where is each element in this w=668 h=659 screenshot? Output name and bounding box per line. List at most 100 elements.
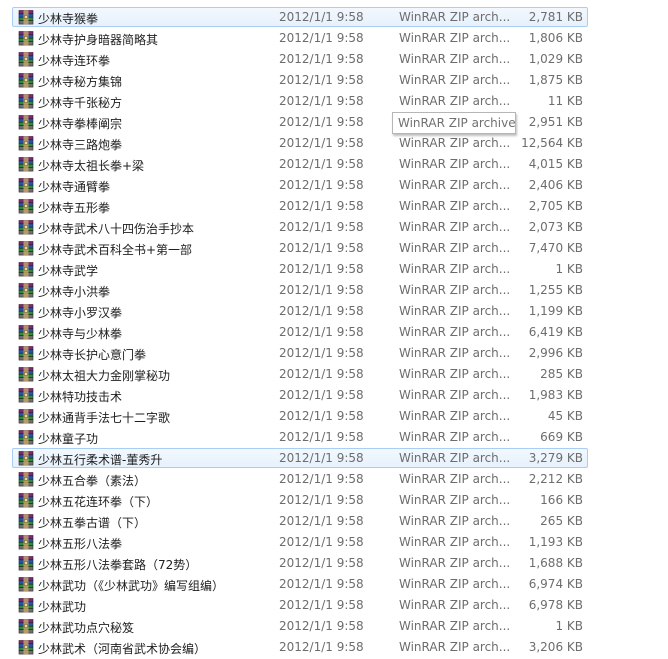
file-size: 1,806 KB xyxy=(528,31,583,45)
file-type: WinRAR ZIP arch... xyxy=(399,451,509,465)
winrar-archive-icon xyxy=(18,304,34,319)
winrar-archive-icon xyxy=(18,262,34,277)
file-name: 少林五花连环拳（下） xyxy=(38,495,159,509)
winrar-archive-icon xyxy=(18,178,34,193)
file-row[interactable]: 少林寺三路炮拳 2012/1/1 9:58 WinRAR ZIP arch...… xyxy=(12,133,588,153)
file-size: 285 KB xyxy=(540,367,583,381)
file-date: 2012/1/1 9:58 xyxy=(279,31,364,45)
file-date: 2012/1/1 9:58 xyxy=(279,346,364,360)
file-name: 少林寺通臂拳 xyxy=(38,180,111,194)
winrar-archive-icon xyxy=(18,619,34,634)
file-row[interactable]: 少林寺太祖长拳+梁 2012/1/1 9:58 WinRAR ZIP arch.… xyxy=(12,154,588,174)
file-date: 2012/1/1 9:58 xyxy=(279,115,364,129)
file-type: WinRAR ZIP arch... xyxy=(399,409,509,423)
file-size: 1,983 KB xyxy=(528,388,583,402)
file-row[interactable]: 少林武功（《少林武功》编写组编） 2012/1/1 9:58 WinRAR ZI… xyxy=(12,574,588,594)
file-type: WinRAR ZIP arch... xyxy=(399,325,509,339)
file-type: WinRAR ZIP arch... xyxy=(399,388,509,402)
file-type: WinRAR ZIP arch... xyxy=(399,262,509,276)
winrar-archive-icon xyxy=(18,472,34,487)
file-date: 2012/1/1 9:58 xyxy=(279,304,364,318)
winrar-archive-icon xyxy=(18,493,34,508)
file-row[interactable]: 少林武功 2012/1/1 9:58 WinRAR ZIP arch... 6,… xyxy=(12,595,588,615)
file-size: 1,255 KB xyxy=(528,283,583,297)
file-row[interactable]: 少林五花连环拳（下） 2012/1/1 9:58 WinRAR ZIP arch… xyxy=(12,490,588,510)
file-size: 166 KB xyxy=(540,493,583,507)
file-row[interactable]: 少林寺小罗汉拳 2012/1/1 9:58 WinRAR ZIP arch...… xyxy=(12,301,588,321)
file-type: WinRAR ZIP arch... xyxy=(399,577,509,591)
winrar-archive-icon xyxy=(18,388,34,403)
file-size: 2,073 KB xyxy=(528,220,583,234)
file-name: 少林武术（河南省武术协会编） xyxy=(38,642,207,656)
file-date: 2012/1/1 9:58 xyxy=(279,73,364,87)
file-date: 2012/1/1 9:58 xyxy=(279,577,364,591)
file-row[interactable]: 少林五形八法拳套路（72势） 2012/1/1 9:58 WinRAR ZIP … xyxy=(12,553,588,573)
winrar-archive-icon xyxy=(18,430,34,445)
file-row[interactable]: 少林寺连环拳 2012/1/1 9:58 WinRAR ZIP arch... … xyxy=(12,49,588,69)
file-row[interactable]: 少林寺猴拳 2012/1/1 9:58 WinRAR ZIP arch... 2… xyxy=(12,7,588,27)
file-row[interactable]: 少林寺小洪拳 2012/1/1 9:58 WinRAR ZIP arch... … xyxy=(12,280,588,300)
file-size: 2,406 KB xyxy=(528,178,583,192)
file-date: 2012/1/1 9:58 xyxy=(279,430,364,444)
file-name: 少林寺太祖长拳+梁 xyxy=(38,159,145,173)
winrar-archive-icon xyxy=(18,241,34,256)
file-size: 12,564 KB xyxy=(521,136,583,150)
winrar-archive-icon xyxy=(18,10,34,25)
file-date: 2012/1/1 9:58 xyxy=(279,514,364,528)
file-row[interactable]: 少林寺护身暗器简略其 2012/1/1 9:58 WinRAR ZIP arch… xyxy=(12,28,588,48)
file-row[interactable]: 少林五合拳（素法） 2012/1/1 9:58 WinRAR ZIP arch.… xyxy=(12,469,588,489)
file-type: WinRAR ZIP arch... xyxy=(399,220,509,234)
file-date: 2012/1/1 9:58 xyxy=(279,10,364,24)
file-name: 少林寺武术八十四伤治手抄本 xyxy=(38,222,195,236)
file-name: 少林寺护身暗器简略其 xyxy=(38,33,159,47)
file-name: 少林寺长护心意门拳 xyxy=(38,348,147,362)
file-row[interactable]: 少林通背手法七十二字歌 2012/1/1 9:58 WinRAR ZIP arc… xyxy=(12,406,588,426)
file-date: 2012/1/1 9:58 xyxy=(279,52,364,66)
file-name: 少林寺小洪拳 xyxy=(38,285,111,299)
winrar-archive-icon xyxy=(18,325,34,340)
file-type: WinRAR ZIP arch... xyxy=(399,493,509,507)
file-name: 少林寺武学 xyxy=(38,264,99,278)
file-type: WinRAR ZIP arch... xyxy=(399,157,509,171)
file-row[interactable]: 少林寺秘方集锦 2012/1/1 9:58 WinRAR ZIP arch...… xyxy=(12,70,588,90)
file-type: WinRAR ZIP arch... xyxy=(399,514,509,528)
file-size: 6,419 KB xyxy=(528,325,583,339)
file-row[interactable]: 少林五拳古谱（下） 2012/1/1 9:58 WinRAR ZIP arch.… xyxy=(12,511,588,531)
file-row[interactable]: 少林寺武术百科全书+第一部 2012/1/1 9:58 WinRAR ZIP a… xyxy=(12,238,588,258)
file-type: WinRAR ZIP arch... xyxy=(399,52,509,66)
file-size: 3,279 KB xyxy=(528,451,583,465)
file-size: 1,199 KB xyxy=(528,304,583,318)
file-row[interactable]: 少林寺武术八十四伤治手抄本 2012/1/1 9:58 WinRAR ZIP a… xyxy=(12,217,588,237)
file-type: WinRAR ZIP arch... xyxy=(399,535,509,549)
file-name: 少林武功（《少林武功》编写组编） xyxy=(38,579,225,593)
file-name: 少林五合拳（素法） xyxy=(38,474,147,488)
winrar-archive-icon xyxy=(18,409,34,424)
file-row[interactable]: 少林寺长护心意门拳 2012/1/1 9:58 WinRAR ZIP arch.… xyxy=(12,343,588,363)
file-size: 1 KB xyxy=(555,262,583,276)
file-row[interactable]: 少林寺五形拳 2012/1/1 9:58 WinRAR ZIP arch... … xyxy=(12,196,588,216)
file-row[interactable]: 少林武功点穴秘笈 2012/1/1 9:58 WinRAR ZIP arch..… xyxy=(12,616,588,636)
file-type: WinRAR ZIP arch... xyxy=(399,283,509,297)
file-type: WinRAR ZIP arch... xyxy=(399,199,509,213)
file-row[interactable]: 少林太祖大力金刚掌秘功 2012/1/1 9:58 WinRAR ZIP arc… xyxy=(12,364,588,384)
winrar-archive-icon xyxy=(18,514,34,529)
file-row[interactable]: 少林寺武学 2012/1/1 9:58 WinRAR ZIP arch... 1… xyxy=(12,259,588,279)
winrar-archive-icon xyxy=(18,199,34,214)
file-row[interactable]: 少林特功技击术 2012/1/1 9:58 WinRAR ZIP arch...… xyxy=(12,385,588,405)
file-row[interactable]: 少林五行柔术谱-董秀升 2012/1/1 9:58 WinRAR ZIP arc… xyxy=(12,448,588,468)
file-row[interactable]: 少林五形八法拳 2012/1/1 9:58 WinRAR ZIP arch...… xyxy=(12,532,588,552)
file-type: WinRAR ZIP arch... xyxy=(399,31,509,45)
file-row[interactable]: 少林寺与少林拳 2012/1/1 9:58 WinRAR ZIP arch...… xyxy=(12,322,588,342)
file-type: WinRAR ZIP arch... xyxy=(399,136,509,150)
file-row[interactable]: 少林武术（河南省武术协会编） 2012/1/1 9:58 WinRAR ZIP … xyxy=(12,637,588,657)
file-date: 2012/1/1 9:58 xyxy=(279,451,364,465)
winrar-archive-icon xyxy=(18,52,34,67)
file-row[interactable]: 少林寺通臂拳 2012/1/1 9:58 WinRAR ZIP arch... … xyxy=(12,175,588,195)
file-type: WinRAR ZIP arch... xyxy=(399,556,509,570)
file-date: 2012/1/1 9:58 xyxy=(279,241,364,255)
file-row[interactable]: 少林童子功 2012/1/1 9:58 WinRAR ZIP arch... 6… xyxy=(12,427,588,447)
file-row[interactable]: 少林寺千张秘方 2012/1/1 9:58 WinRAR ZIP arch...… xyxy=(12,91,588,111)
file-name: 少林寺拳棒阐宗 xyxy=(38,117,123,131)
file-size: 2,212 KB xyxy=(528,472,583,486)
file-name: 少林寺武术百科全书+第一部 xyxy=(38,243,193,257)
